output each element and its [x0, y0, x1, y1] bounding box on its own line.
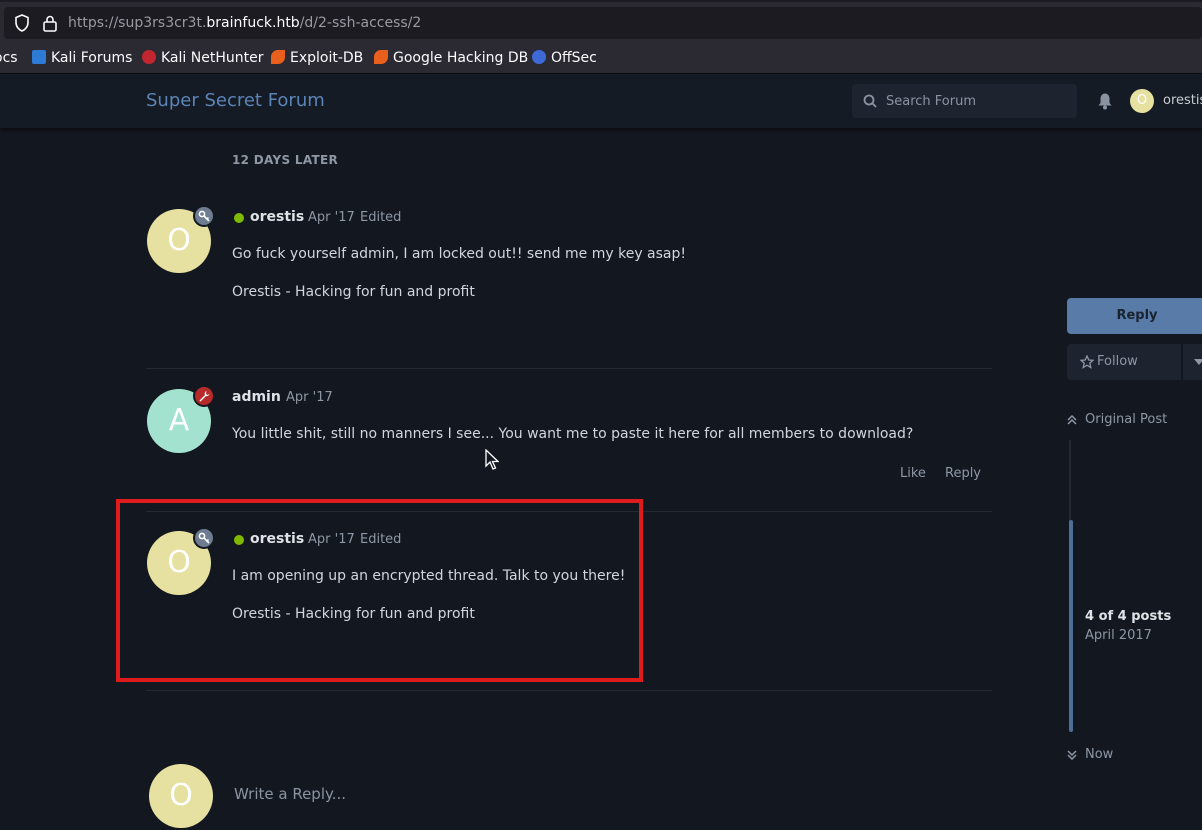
online-indicator	[234, 213, 244, 223]
scrubber-date: April 2017	[1085, 628, 1152, 643]
bookmark-docs[interactable]: ocs	[0, 50, 18, 66]
screen: https://sup3rs3cr3t.brainfuck.htb/d/2-ss…	[0, 0, 1202, 830]
highlight-annotation-box	[116, 499, 643, 682]
time-gap-label: 12 DAYS LATER	[232, 153, 339, 167]
reply-button[interactable]: Reply	[945, 466, 981, 481]
post-date[interactable]: Apr '17	[286, 390, 333, 405]
user-badge	[193, 385, 215, 407]
follow-button[interactable]: Follow	[1067, 344, 1181, 380]
scrubber-post-count: 4 of 4 posts	[1085, 609, 1172, 624]
bell-icon[interactable]	[1097, 92, 1113, 110]
bookmark-offsec[interactable]: OffSec	[532, 50, 597, 66]
like-button[interactable]: Like	[900, 466, 926, 481]
bookmark-kali-nethunter[interactable]: Kali NetHunter	[142, 50, 263, 66]
post-divider	[146, 368, 992, 369]
post-body-line: You little shit, still no manners I see.…	[232, 426, 914, 442]
url-prefix: https://sup3rs3cr3t.	[68, 15, 207, 31]
user-avatar[interactable]: O	[1130, 89, 1154, 113]
double-chevron-down-icon	[1067, 750, 1077, 760]
post-divider	[146, 690, 992, 691]
original-post-label: Original Post	[1085, 412, 1168, 427]
url-text[interactable]: https://sup3rs3cr3t.brainfuck.htb/d/2-ss…	[68, 15, 421, 31]
scrubber-now[interactable]: Now	[1067, 747, 1113, 762]
post-username[interactable]: admin	[232, 389, 281, 405]
caret-down-icon	[1194, 359, 1202, 365]
bookmark-google-hacking-db[interactable]: Google Hacking DB	[374, 50, 528, 66]
shield-icon[interactable]	[14, 14, 30, 32]
now-label: Now	[1085, 747, 1114, 762]
forum-header: Super Secret Forum O orestis	[0, 74, 1202, 129]
url-host: brainfuck.htb	[206, 15, 300, 31]
wrench-icon	[199, 391, 210, 402]
user-badge	[193, 205, 215, 227]
follow-label: Follow	[1097, 354, 1138, 369]
exploitdb-icon	[271, 50, 285, 64]
bookmark-label: Google Hacking DB	[393, 50, 529, 66]
star-icon	[1080, 355, 1094, 369]
forum-title[interactable]: Super Secret Forum	[146, 90, 325, 111]
ghdb-icon	[374, 50, 388, 64]
bookmark-label: OffSec	[551, 50, 597, 66]
sidebar-reply-button[interactable]: Reply	[1067, 298, 1202, 334]
post-username[interactable]: orestis	[250, 209, 304, 225]
search-icon	[863, 94, 877, 108]
post-signature: Orestis - Hacking for fun and profit	[232, 284, 475, 300]
write-reply-input[interactable]: Write a Reply...	[234, 785, 346, 803]
nethunter-icon	[142, 50, 156, 64]
browser-url-bar: https://sup3rs3cr3t.brainfuck.htb/d/2-ss…	[0, 0, 1202, 42]
lock-icon[interactable]	[42, 14, 58, 32]
bookmarks-bar: ocs Kali Forums Kali NetHunter Exploit-D…	[0, 42, 1202, 74]
scrubber-handle[interactable]	[1069, 520, 1073, 732]
user-menu-name[interactable]: orestis	[1163, 93, 1202, 108]
post-body-line: Go fuck yourself admin, I am locked out!…	[232, 246, 687, 262]
search-box[interactable]	[852, 84, 1077, 118]
key-icon	[198, 210, 210, 222]
bookmark-label: Kali Forums	[51, 50, 133, 66]
composer-avatar: O	[149, 764, 213, 828]
post-date[interactable]: Apr '17	[308, 210, 355, 225]
search-input[interactable]	[886, 84, 1071, 118]
kali-icon	[32, 50, 46, 64]
bookmark-label: Kali NetHunter	[161, 50, 264, 66]
bookmark-label: Exploit-DB	[290, 50, 364, 66]
url-path: /d/2-ssh-access/2	[299, 15, 422, 31]
scrubber-original-post[interactable]: Original Post	[1067, 412, 1167, 427]
mouse-cursor-icon	[485, 449, 499, 470]
offsec-icon	[532, 50, 546, 64]
double-chevron-up-icon	[1067, 415, 1077, 425]
follow-dropdown-toggle[interactable]	[1183, 344, 1202, 380]
bookmark-label: ocs	[0, 50, 18, 66]
bookmark-exploit-db[interactable]: Exploit-DB	[271, 50, 363, 66]
bookmark-kali-forums[interactable]: Kali Forums	[32, 50, 132, 66]
edited-label[interactable]: Edited	[360, 210, 401, 225]
